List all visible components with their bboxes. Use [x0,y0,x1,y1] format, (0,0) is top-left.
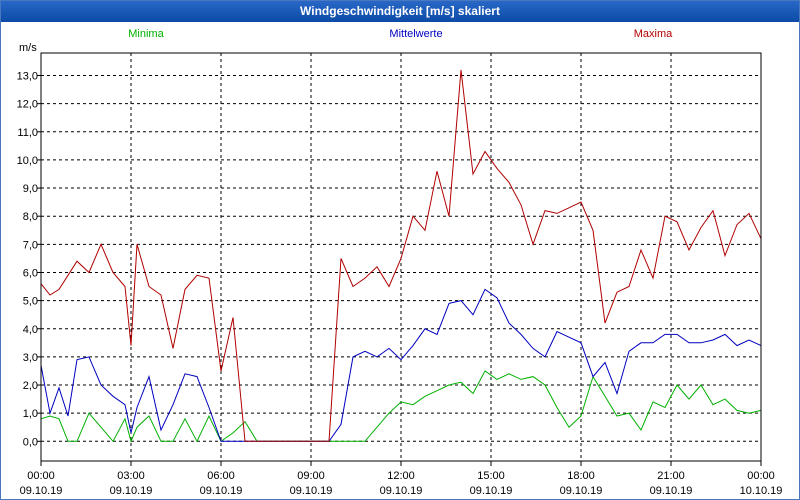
x-tick-time-label: 18:00 [567,470,595,482]
y-tick-label: 11,0 [17,127,38,139]
x-tick-time-label: 09:00 [297,470,325,482]
x-tick-time-label: 06:00 [207,470,235,482]
window-title: Windgeschwindigkeit [m/s] skaliert [1,1,799,22]
x-tick-date-label: 10.10.19 [740,485,783,497]
x-tick-time-label: 00:00 [27,470,55,482]
y-tick-label: 3,0 [23,352,38,364]
y-tick-label: 9,0 [23,183,38,195]
x-tick-time-label: 12:00 [387,470,415,482]
chart: 0,0 1,0 2,0 3,0 4,0 5,0 6,0 7,0 8,0 9,0 10,0 11,0 12… [17,28,783,497]
x-tick-date-label: 09.10.19 [200,485,243,497]
y-tick-label: 1,0 [23,408,38,420]
x-tick-date-label: 09.10.19 [650,485,693,497]
x-tick-date-label: 09.10.19 [290,485,333,497]
y-tick-label: 12,0 [17,99,38,111]
series-minima-line [40,370,762,443]
x-tick-date-label: 09.10.19 [470,485,513,497]
legend-mittelwerte: Mittelwerte [389,28,442,40]
x-tick-time-label: 15:00 [477,470,505,482]
x-tick-time-label: 00:00 [747,470,775,482]
y-tick-label: 2,0 [23,380,38,392]
y-tick-label: 6,0 [23,267,38,279]
x-tick-time-label: 21:00 [657,470,685,482]
x-tick-time-label: 03:00 [117,470,145,482]
x-tick-date-label: 09.10.19 [560,485,603,497]
y-tick-label: 13,0 [17,71,38,83]
legend-minima: Minima [128,28,164,40]
x-tick-date-label: 09.10.19 [380,485,423,497]
x-tick-date-label: 09.10.19 [110,485,153,497]
legend: Minima Mittelwerte Maxima [128,28,673,40]
y-tick-label: 4,0 [23,324,38,336]
y-tick-label: 10,0 [17,155,38,167]
x-axis-tick-labels: 00:00 09.10.19 03:00 09.10.19 06:00 09.10.19 0… [20,470,783,497]
chart-window: Windgeschwindigkeit [m/s] skaliert 0,0 1,… [0,0,800,500]
y-axis-label: m/s [19,42,37,54]
x-tick-date-label: 09.10.19 [20,485,63,497]
y-axis-tick-labels: 0,0 1,0 2,0 3,0 4,0 5,0 6,0 7,0 8,0 9,0 10,0 11,0 12… [17,71,38,449]
legend-maxima: Maxima [634,28,673,40]
y-tick-label: 0,0 [23,436,38,448]
y-tick-label: 5,0 [23,296,38,308]
y-tick-label: 8,0 [23,211,38,223]
y-tick-label: 7,0 [23,239,38,251]
